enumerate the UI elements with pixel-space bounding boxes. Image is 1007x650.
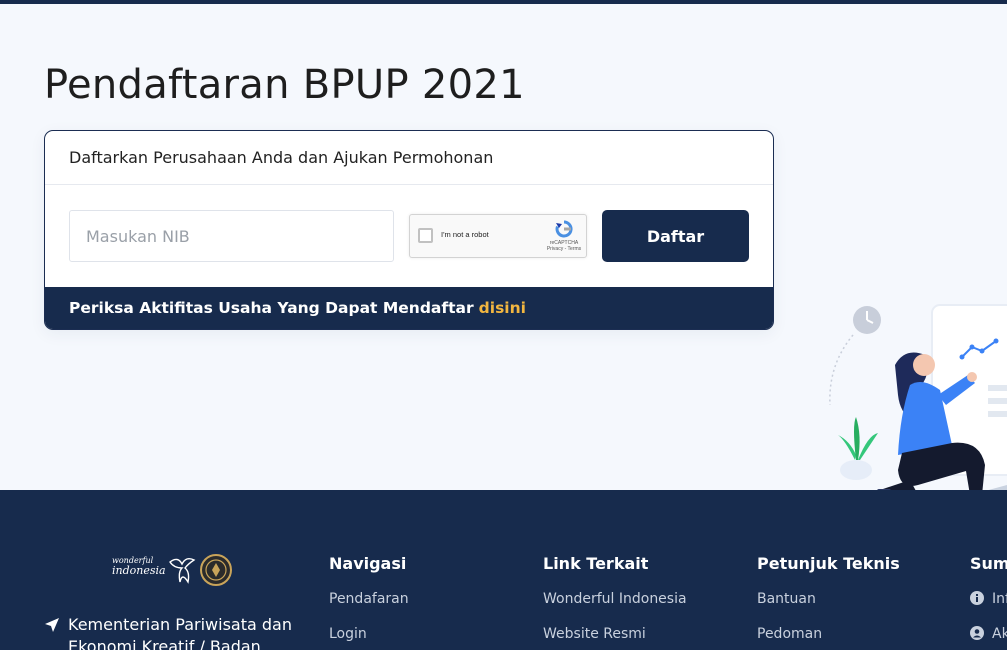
top-accent-bar <box>0 0 1007 4</box>
footer-col-sumber: Sumber Informasi Akun <box>970 554 1007 650</box>
footer-link-label: Informasi <box>992 591 1007 607</box>
footer-link-pedoman[interactable]: Pedoman <box>757 626 900 642</box>
wonderful-indonesia-logo: wonderful indonesia <box>112 556 166 577</box>
footer-col-title: Navigasi <box>329 554 407 573</box>
daftar-button[interactable]: Daftar <box>602 210 749 262</box>
card-body: I'm not a robot reCAPTCHA Privacy - Term… <box>45 185 773 286</box>
footer-link-wonderful-indonesia[interactable]: Wonderful Indonesia <box>543 591 687 607</box>
footer-col-link-terkait: Link Terkait Wonderful Indonesia Website… <box>543 554 687 650</box>
garuda-bird-icon <box>169 557 196 584</box>
recaptcha-logo-icon <box>555 220 573 238</box>
footer-link-akun[interactable]: Akun <box>970 626 1007 642</box>
disini-link[interactable]: disini <box>479 299 526 317</box>
footer-col-title: Petunjuk Teknis <box>757 554 900 573</box>
footer-link-label: Akun <box>992 626 1007 642</box>
recaptcha-widget[interactable]: I'm not a robot reCAPTCHA Privacy - Term… <box>409 214 587 258</box>
card-footer: Periksa Aktifitas Usaha Yang Dapat Menda… <box>45 287 773 329</box>
footer-link-bantuan[interactable]: Bantuan <box>757 591 900 607</box>
footer-col-navigasi: Navigasi Pendafaran Login <box>329 554 409 650</box>
footer-col-petunjuk-teknis: Petunjuk Teknis Bantuan Pedoman <box>757 554 900 650</box>
recaptcha-brand: reCAPTCHA Privacy - Terms <box>542 240 586 252</box>
footer-link-informasi[interactable]: Informasi <box>970 591 1007 607</box>
woman-chart-illustration <box>829 304 1007 510</box>
page-title: Pendaftaran BPUP 2021 <box>44 62 525 108</box>
recaptcha-label: I'm not a robot <box>441 230 489 239</box>
user-circle-icon <box>970 626 984 640</box>
nib-input[interactable] <box>69 210 394 262</box>
logo-text-bottom: indonesia <box>112 564 166 577</box>
site-footer: wonderful indonesia Kementerian Pariwisa… <box>0 490 1007 650</box>
footer-col-title: Link Terkait <box>543 554 649 573</box>
footer-address: Kementerian Pariwisata dan Ekonomi Kreat… <box>44 614 294 650</box>
ministry-emblem-icon <box>200 554 232 586</box>
footer-col-title: Sumber <box>970 554 1007 573</box>
registration-card: Daftarkan Perusahaan Anda dan Ajukan Per… <box>44 130 774 330</box>
address-text: Kementerian Pariwisata dan Ekonomi Kreat… <box>68 615 292 650</box>
card-footer-text: Periksa Aktifitas Usaha Yang Dapat Menda… <box>69 299 474 317</box>
info-icon <box>970 591 984 605</box>
recaptcha-checkbox[interactable] <box>418 228 433 243</box>
footer-link-login[interactable]: Login <box>329 626 409 642</box>
footer-logos: wonderful indonesia <box>112 552 234 588</box>
footer-link-website-resmi[interactable]: Website Resmi <box>543 626 687 642</box>
location-arrow-icon <box>45 618 59 632</box>
footer-link-pendafaran[interactable]: Pendafaran <box>329 591 409 607</box>
recaptcha-links[interactable]: Privacy - Terms <box>547 246 581 252</box>
card-header: Daftarkan Perusahaan Anda dan Ajukan Per… <box>45 131 773 185</box>
